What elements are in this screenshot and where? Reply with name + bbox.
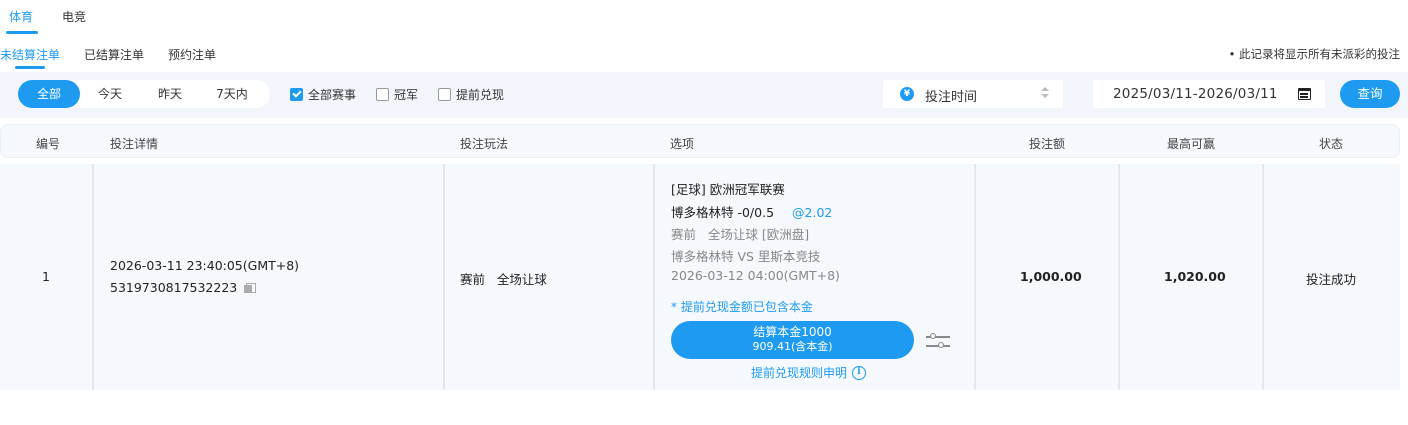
column-divider: [1118, 164, 1120, 390]
tab-esports[interactable]: 电竞: [62, 8, 86, 25]
all-events-checkbox[interactable]: 全部赛事: [290, 86, 356, 102]
date-range-picker[interactable]: 2025/03/11-2026/03/11: [1093, 80, 1325, 108]
bet-time: 2026-03-11 23:40:05(GMT+8): [110, 258, 300, 273]
cashout-adjust-slider-icon[interactable]: [926, 332, 950, 350]
row-index: 1: [42, 269, 50, 284]
all-events-label: 全部赛事: [308, 87, 357, 102]
range-yesterday-button[interactable]: 昨天: [140, 80, 200, 108]
tab-reserved-bets[interactable]: 预约注单: [168, 46, 216, 63]
query-button[interactable]: 查询: [1340, 80, 1400, 108]
header-stake: 投注额: [1029, 137, 1066, 151]
calendar-icon: [1298, 88, 1311, 100]
select-arrows-icon: [1041, 86, 1049, 100]
cashout-amount: 909.41(含本金): [752, 340, 833, 353]
cashout-rules-link[interactable]: 提前兑现规则申明 i: [751, 364, 867, 381]
column-divider: [1262, 164, 1264, 390]
header-index: 编号: [36, 137, 61, 151]
tab-settled-bets[interactable]: 已结算注单: [84, 46, 144, 63]
table-footer-area: [0, 396, 1400, 425]
sort-by-value: 投注时间: [925, 90, 978, 105]
early-cashout-button[interactable]: 结算本金1000 909.41(含本金): [671, 321, 914, 359]
tab-sports[interactable]: 体育: [9, 8, 33, 25]
option-match-time: 2026-03-12 04:00(GMT+8): [671, 268, 840, 283]
column-divider: [443, 164, 445, 390]
header-bet-details: 投注详情: [110, 137, 159, 151]
records-note: • 此记录将显示所有未派彩的投注: [1228, 47, 1400, 61]
header-play-type: 投注玩法: [460, 137, 509, 151]
cashout-principal: 结算本金1000: [753, 325, 832, 339]
date-range-quick-select: 全部 今天 昨天 7天内: [18, 80, 270, 108]
early-cashout-checkbox[interactable]: 提前兑现: [438, 86, 504, 102]
active-tab-indicator: [6, 31, 38, 34]
option-league: [足球] 欧洲冠军联赛: [671, 182, 785, 197]
header-option: 选项: [670, 137, 695, 151]
filter-bar: 全部 今天 昨天 7天内 全部赛事 冠军 提前兑现 ¥ 投注时间 2025/03…: [0, 72, 1408, 118]
sort-by-select[interactable]: ¥ 投注时间: [883, 80, 1063, 108]
info-icon: i: [852, 365, 867, 380]
active-subtab-indicator: [15, 66, 45, 69]
champion-label: 冠军: [394, 87, 419, 102]
column-divider: [974, 164, 976, 390]
table-header: 编号 投注详情 投注玩法 选项 投注额 最高可赢 状态: [0, 124, 1400, 158]
column-divider: [92, 164, 94, 390]
header-status: 状态: [1319, 137, 1344, 151]
range-all-button[interactable]: 全部: [18, 80, 80, 108]
bet-id-wrapper: 5319730817532223: [110, 280, 257, 295]
play-type: 赛前 全场让球: [460, 272, 547, 287]
checkbox-unchecked-icon: [376, 87, 389, 101]
option-odds: @2.02: [792, 205, 833, 220]
date-range-value: 2025/03/11-2026/03/11: [1113, 86, 1278, 102]
max-win-amount: 1,020.00: [1164, 269, 1226, 284]
header-max-win: 最高可赢: [1167, 137, 1216, 151]
yen-icon: ¥: [900, 87, 914, 101]
bet-id: 5319730817532223: [110, 280, 238, 295]
checkbox-unchecked-icon: [438, 87, 451, 101]
table-row: 1 2026-03-11 23:40:05(GMT+8) 53197308175…: [0, 164, 1400, 390]
option-match: 博多格林特 VS 里斯本竞技: [671, 249, 821, 264]
checkbox-checked-icon: [290, 87, 303, 101]
copy-icon[interactable]: [244, 283, 257, 293]
option-market: 赛前 全场让球 [欧洲盘]: [671, 227, 810, 242]
bet-status: 投注成功: [1306, 272, 1357, 287]
slider-knob: [938, 342, 944, 348]
top-category-tabs: 体育 电竞: [0, 0, 1408, 36]
cashout-note: * 提前兑现金额已包含本金: [671, 300, 813, 314]
champion-checkbox[interactable]: 冠军: [376, 86, 418, 102]
tab-unsettled-bets[interactable]: 未结算注单: [0, 46, 60, 63]
slider-knob: [930, 333, 936, 339]
cashout-rules-label: 提前兑现规则申明: [751, 366, 848, 380]
stake-amount: 1,000.00: [1020, 269, 1082, 284]
option-selection-wrapper: 博多格林特 -0/0.5 @2.02: [671, 202, 832, 221]
bet-status-tabs: 未结算注单 已结算注单 预约注单 • 此记录将显示所有未派彩的投注: [0, 36, 1408, 72]
early-cashout-label: 提前兑现: [456, 87, 505, 102]
column-divider: [653, 164, 655, 390]
option-selection: 博多格林特 -0/0.5: [671, 205, 775, 220]
range-7days-button[interactable]: 7天内: [200, 80, 264, 108]
range-today-button[interactable]: 今天: [80, 80, 140, 108]
